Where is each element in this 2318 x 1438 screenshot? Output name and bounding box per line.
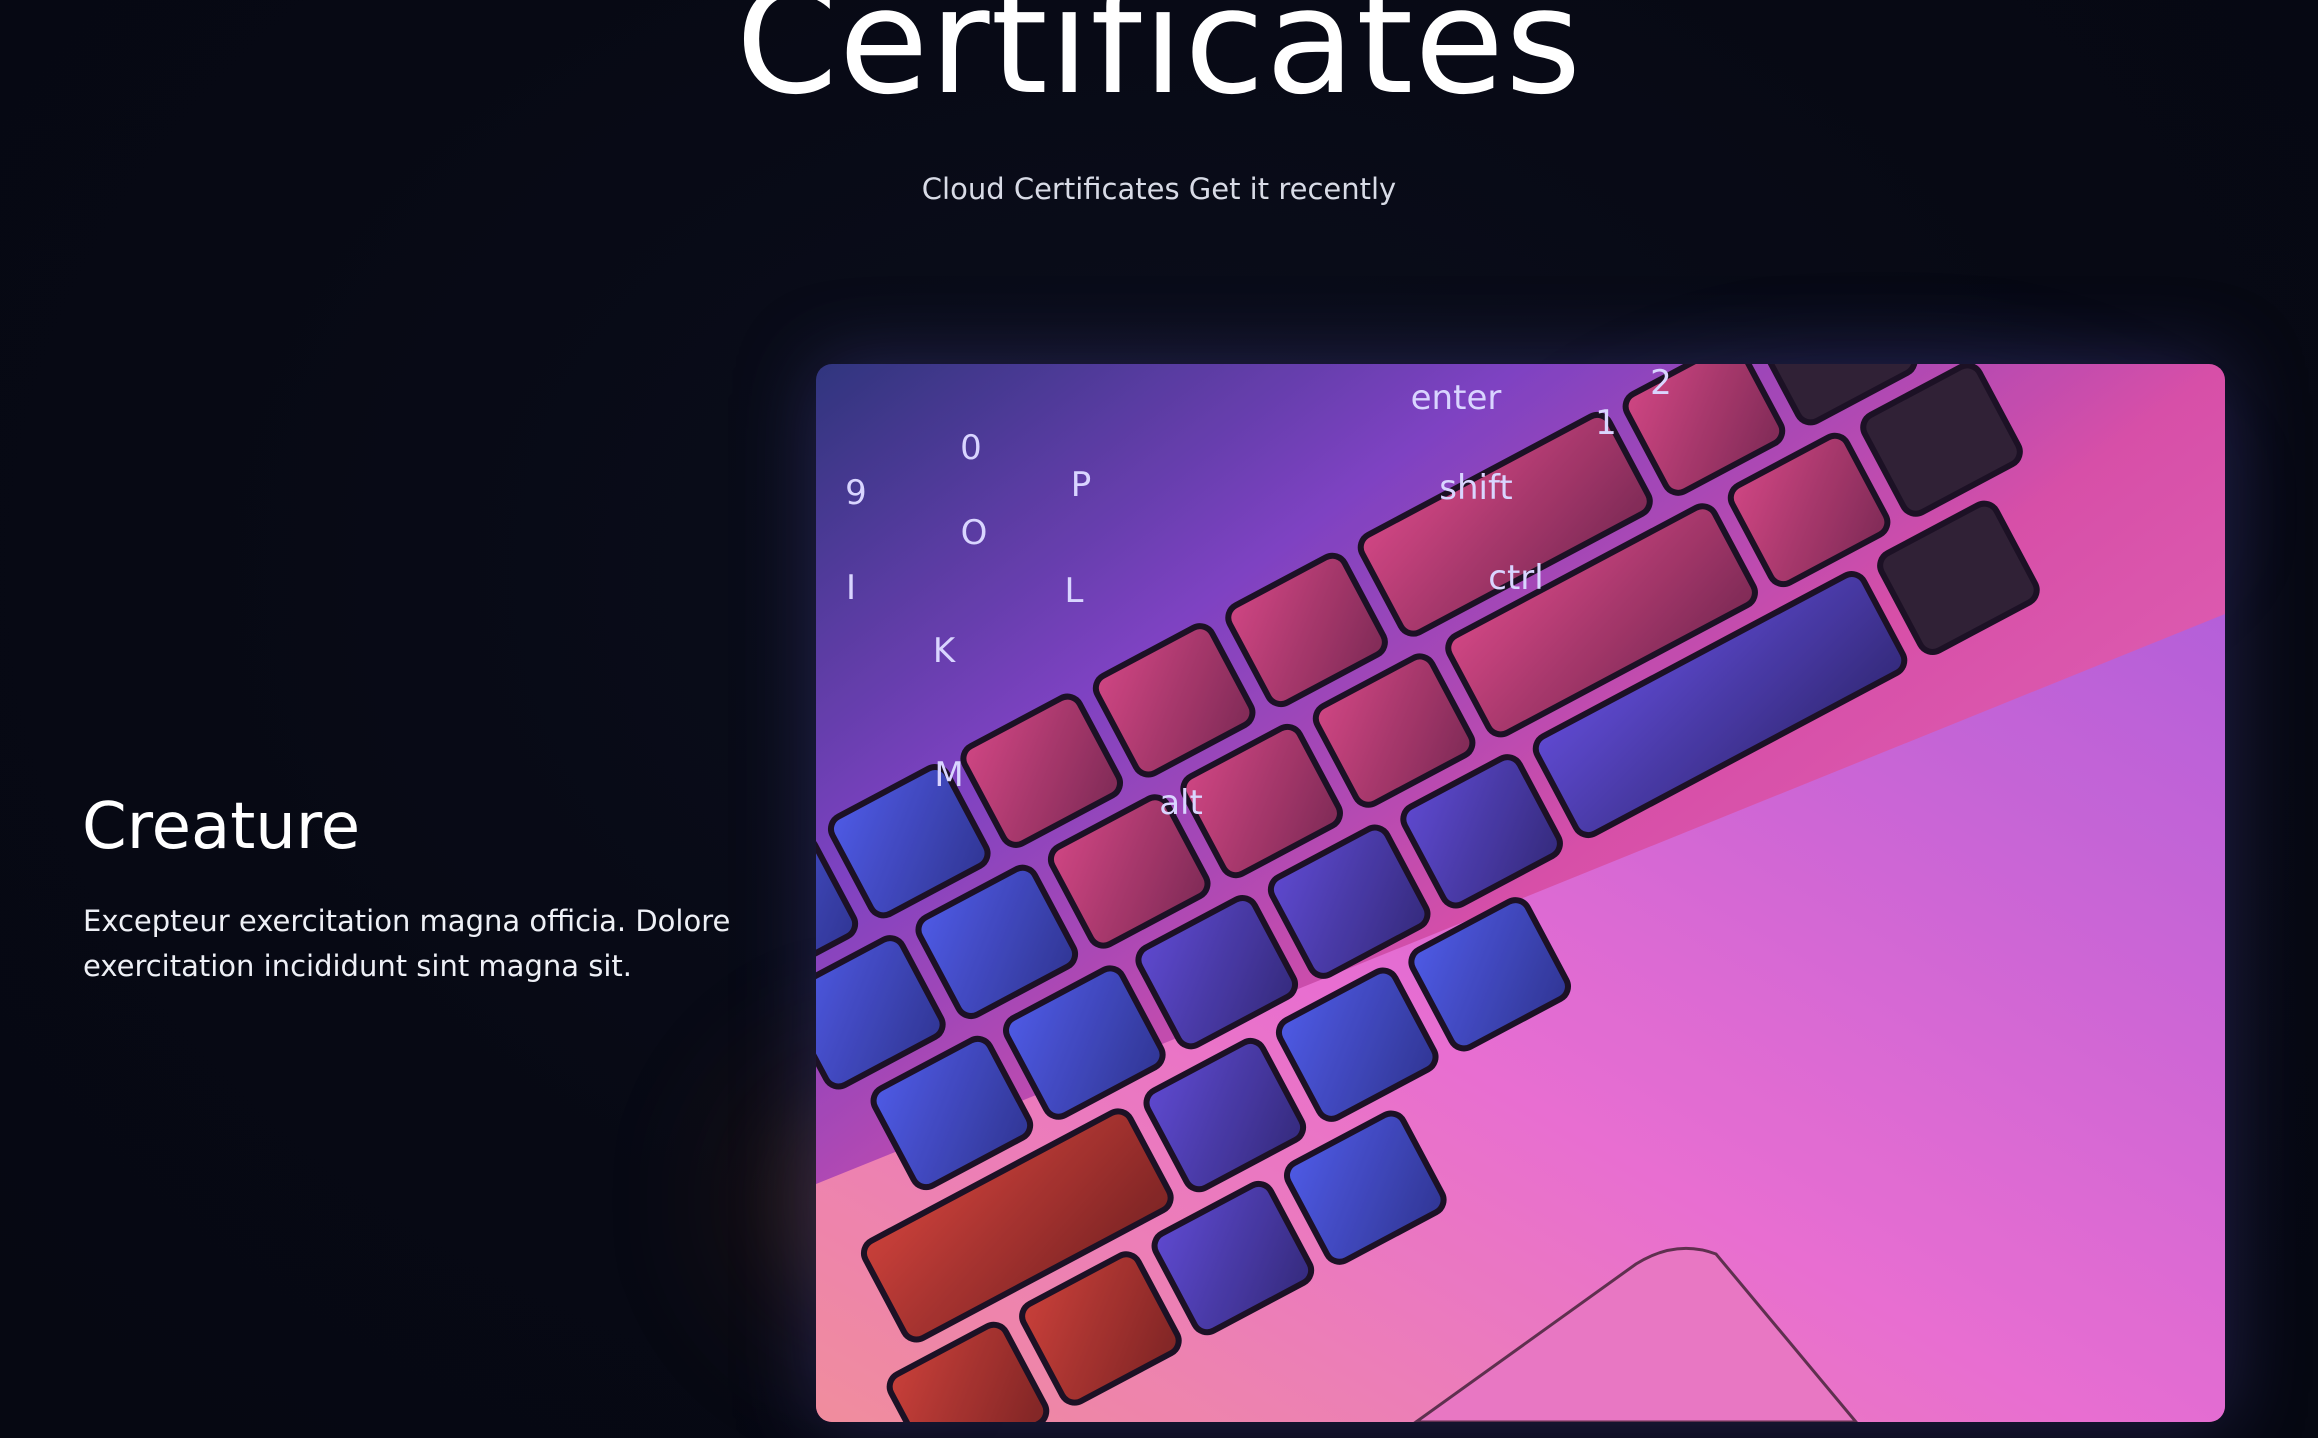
card-title: Creature: [82, 790, 361, 864]
section-title: Certificates: [735, 0, 1583, 127]
keyboard-photo: 0 9 P O I L K M alt ctrl shift enter 1 2: [816, 364, 2225, 1422]
card-description: Excepteur exercitation magna officia. Do…: [83, 904, 731, 983]
section-subtitle: Cloud Certificates Get it recently: [921, 172, 1397, 206]
certificates-page: Certificates Cloud Certificates Get it r…: [0, 0, 2318, 1438]
